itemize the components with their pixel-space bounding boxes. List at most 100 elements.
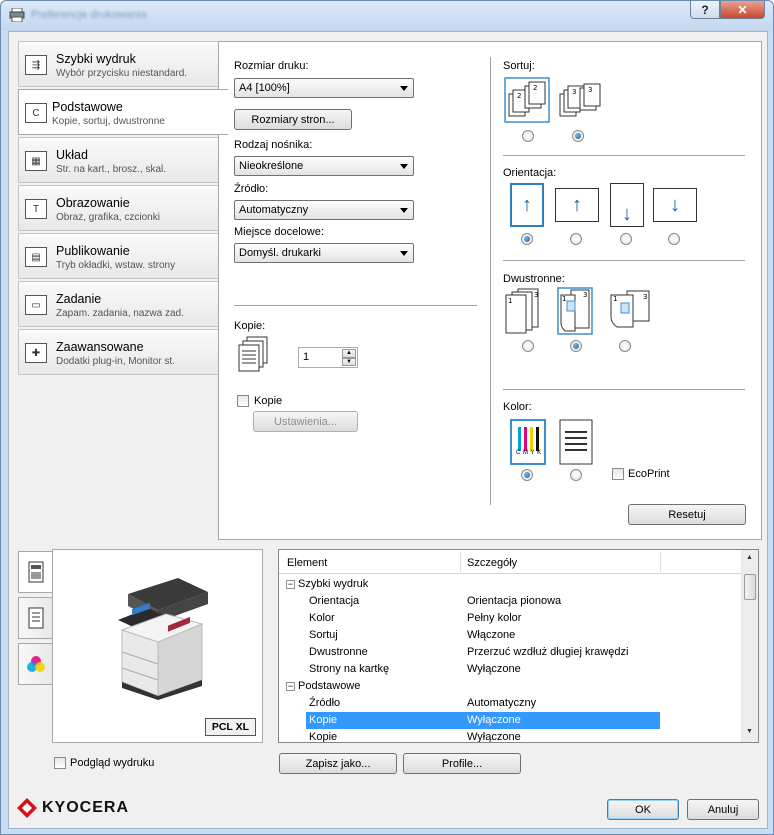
full-color-radio[interactable] — [521, 469, 533, 481]
svg-text:3: 3 — [583, 291, 587, 299]
nav-item-title: Podstawowe — [52, 100, 123, 114]
media-type-label: Rodzaj nośnika: — [234, 139, 313, 151]
orientation-portrait-rotated-radio[interactable] — [620, 233, 632, 245]
black-white-radio[interactable] — [570, 469, 582, 481]
nav-item-subtitle: Wybór przycisku niestandard. — [56, 68, 188, 79]
collate-label: Sortuj: — [503, 60, 535, 72]
nav-item-advanced[interactable]: ✚ Zaawansowane Dodatki plug-in, Monitor … — [18, 329, 218, 375]
nav-item-quick-print[interactable]: ⇶ Szybki wydruk Wybór przycisku niestand… — [18, 41, 218, 87]
orientation-portrait-radio[interactable] — [521, 233, 533, 245]
portrait-rotated-icon[interactable]: ↓ — [610, 183, 644, 227]
copies-checkbox[interactable] — [237, 395, 249, 407]
vertical-scrollbar[interactable]: ▲ ▼ — [741, 550, 758, 742]
row-key: Strony na kartkę — [309, 663, 390, 675]
row-value: Wyłączone — [467, 714, 521, 726]
orientation-landscape-radio[interactable] — [570, 233, 582, 245]
duplex-short-edge-radio[interactable] — [619, 340, 631, 352]
tab-color-preview[interactable] — [18, 643, 52, 685]
cancel-button[interactable]: Anuluj — [687, 799, 759, 820]
duplex-long-edge-icon[interactable]: 1 3 — [557, 287, 605, 335]
duplex-short-edge-icon[interactable]: 1 3 — [607, 287, 655, 335]
ok-button[interactable]: OK — [607, 799, 679, 820]
list-group-row[interactable]: − Podstawowe — [279, 678, 743, 695]
landscape-rotated-icon[interactable]: ↓ — [653, 188, 697, 222]
category-nav: ⇶ Szybki wydruk Wybór przycisku niestand… — [18, 41, 228, 377]
column-separator[interactable] — [460, 552, 461, 572]
help-button[interactable]: ? — [690, 1, 720, 19]
job-icon: ▭ — [25, 295, 47, 315]
collate-off-radio[interactable] — [522, 130, 534, 142]
nav-item-subtitle: Str. na kart., brosz., skal. — [56, 164, 167, 175]
orientation-label: Orientacja: — [503, 167, 557, 179]
page-sizes-button[interactable]: Rozmiary stron... — [234, 109, 352, 130]
print-size-label: Rozmiar druku: — [234, 60, 309, 72]
list-item[interactable]: Kolor Pełny kolor — [279, 610, 743, 627]
svg-text:3: 3 — [572, 88, 576, 96]
settings-summary-list[interactable]: Element Szczegóły − Szybki wydruk Orient… — [278, 549, 759, 743]
collate-on-radio[interactable] — [572, 130, 584, 142]
scroll-up-icon[interactable]: ▲ — [746, 554, 753, 561]
list-header: Element Szczegóły — [279, 550, 743, 574]
full-color-icon[interactable] — [510, 419, 546, 465]
copies-stepper[interactable]: 1 ▲ ▼ — [298, 347, 358, 368]
collate-off-icon[interactable]: 2 2 — [503, 76, 551, 124]
ecoprint-checkbox[interactable] — [612, 468, 624, 480]
nav-item-job[interactable]: ▭ Zadanie Zapam. zadania, nazwa zad. — [18, 281, 218, 327]
tab-page-preview[interactable] — [18, 597, 52, 639]
nav-item-subtitle: Obraz, grafika, czcionki — [56, 212, 160, 223]
orientation-landscape-rotated-radio[interactable] — [668, 233, 680, 245]
list-item[interactable]: Kopie Wyłączone — [279, 729, 743, 742]
nav-item-publishing[interactable]: ▤ Publikowanie Tryb okładki, wstaw. stro… — [18, 233, 218, 279]
column-header-element[interactable]: Element — [287, 557, 327, 569]
printer-preview: PCL XL — [52, 549, 263, 743]
row-key: Źródło — [309, 697, 341, 709]
row-key: Szybki wydruk — [298, 578, 369, 590]
landscape-icon[interactable]: ↑ — [555, 188, 599, 222]
column-separator[interactable] — [660, 552, 661, 572]
list-item-selected[interactable]: Kopie Wyłączone — [279, 712, 743, 729]
svg-text:3: 3 — [643, 293, 647, 301]
collapse-icon[interactable]: − — [286, 580, 295, 589]
printer-image — [118, 578, 208, 700]
duplex-off-icon[interactable]: 1 3 — [504, 287, 552, 335]
close-button[interactable]: ✕ — [720, 1, 765, 19]
source-select[interactable]: Automatyczny — [234, 200, 414, 220]
scroll-thumb[interactable] — [744, 574, 756, 600]
list-item[interactable]: Dwustronne Przerzuć wzdłuż długiej krawę… — [279, 644, 743, 661]
media-type-select[interactable]: Nieokreślone — [234, 156, 414, 176]
list-group-row[interactable]: − Szybki wydruk — [279, 576, 743, 593]
tab-printer-preview[interactable] — [18, 551, 52, 593]
list-item[interactable]: Sortuj Włączone — [279, 627, 743, 644]
destination-select[interactable]: Domyśl. drukarki — [234, 243, 414, 263]
reset-button[interactable]: Resetuj — [628, 504, 746, 525]
portrait-icon[interactable]: ↑ — [510, 183, 544, 227]
copies-value: 1 — [303, 351, 310, 363]
nav-item-basic[interactable]: C Podstawowe Kopie, sortuj, dwustronne — [18, 89, 228, 135]
printer-icon — [9, 8, 25, 22]
row-key: Orientacja — [309, 595, 360, 607]
settings-button[interactable]: Ustawienia... — [253, 411, 358, 432]
nav-item-subtitle: Kopie, sortuj, dwustronne — [52, 116, 165, 127]
scroll-down-icon[interactable]: ▼ — [746, 728, 753, 735]
stepper-buttons: ▲ ▼ — [342, 349, 356, 366]
save-as-button[interactable]: Zapisz jako... — [279, 753, 397, 774]
nav-item-layout[interactable]: ▦ Układ Str. na kart., brosz., skal. — [18, 137, 218, 183]
duplex-off-radio[interactable] — [522, 340, 534, 352]
column-header-details[interactable]: Szczegóły — [467, 557, 517, 569]
stepper-down-button[interactable]: ▼ — [342, 357, 356, 366]
profile-button[interactable]: Profile... — [403, 753, 521, 774]
nav-item-title: Obrazowanie — [56, 196, 130, 210]
title-bar[interactable]: Preferencje drukowania ? ✕ — [1, 1, 773, 31]
list-item[interactable]: Orientacja Orientacja pionowa — [279, 593, 743, 610]
black-white-icon[interactable] — [559, 419, 593, 465]
collate-on-icon[interactable]: 3 3 — [556, 76, 604, 124]
list-item[interactable]: Źródło Automatyczny — [279, 695, 743, 712]
duplex-long-edge-radio[interactable] — [570, 340, 582, 352]
print-preview-checkbox[interactable] — [54, 757, 66, 769]
preview-tabs — [18, 551, 52, 689]
list-item[interactable]: Strony na kartkę Wyłączone — [279, 661, 743, 678]
print-size-select[interactable]: A4 [100%] — [234, 78, 414, 98]
stepper-up-button[interactable]: ▲ — [342, 349, 356, 358]
collapse-icon[interactable]: − — [286, 682, 295, 691]
nav-item-imaging[interactable]: T Obrazowanie Obraz, grafika, czcionki — [18, 185, 218, 231]
